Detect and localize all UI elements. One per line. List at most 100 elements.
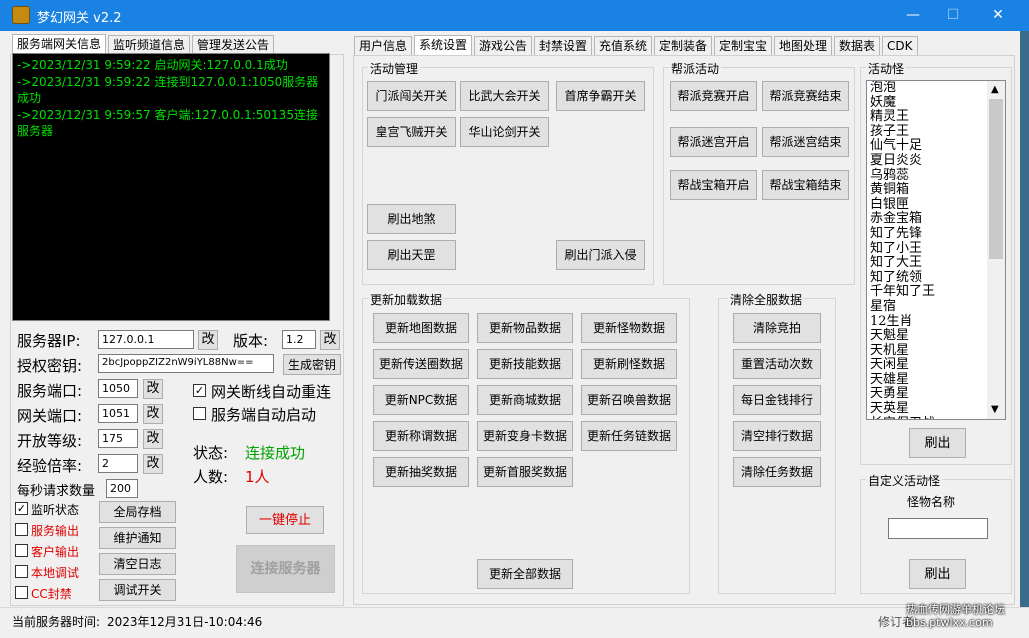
activity-button-4[interactable]: 华山论剑开关: [460, 117, 549, 147]
monster-list-item[interactable]: 千年知了王: [867, 285, 1005, 300]
checkbox-1[interactable]: [15, 523, 28, 536]
gateway-port-change-button[interactable]: 改: [143, 404, 163, 424]
reload-button-1[interactable]: 更新物品数据: [477, 313, 573, 343]
reload-button-8[interactable]: 更新召唤兽数据: [581, 385, 677, 415]
checkbox-0[interactable]: ✓: [15, 502, 28, 515]
auth-key-input[interactable]: 2bcJpoppZIZ2nW9iYL88Nw==: [98, 354, 274, 373]
reload-button-3[interactable]: 更新传送圈数据: [373, 349, 469, 379]
scroll-up-icon[interactable]: ▲: [991, 84, 999, 95]
server-port-input[interactable]: 1050: [98, 379, 138, 398]
monster-list-item[interactable]: 乌鸦蕊: [867, 168, 1005, 184]
generate-key-button[interactable]: 生成密钥: [283, 354, 341, 375]
tab-9[interactable]: CDK: [882, 36, 918, 56]
gang-button-3[interactable]: 帮派迷宫结束: [762, 127, 849, 157]
monster-list-item[interactable]: 天英星: [867, 401, 1005, 417]
tab-1[interactable]: 系统设置: [414, 35, 473, 56]
checkbox-2[interactable]: [15, 544, 28, 557]
monster-list-item[interactable]: 12生肖: [867, 314, 1005, 330]
reload-button-11[interactable]: 更新任务链数据: [581, 421, 677, 451]
monster-list-item[interactable]: 夏日炎炎: [867, 153, 1005, 169]
tab-listen-channel[interactable]: 监听频道信息: [108, 35, 191, 55]
tab-send-notice[interactable]: 管理发送公告: [192, 35, 275, 55]
scroll-thumb[interactable]: [989, 99, 1003, 259]
activity-button-6[interactable]: 刷出天罡: [367, 240, 456, 270]
monster-refresh-button[interactable]: 刷出: [909, 428, 966, 458]
clear-button-3[interactable]: 清空排行数据: [733, 421, 821, 451]
checkbox-4[interactable]: [15, 586, 28, 599]
activity-button-3[interactable]: 皇宫飞贼开关: [367, 117, 456, 147]
gang-button-4[interactable]: 帮战宝箱开启: [670, 170, 757, 200]
reload-button-2[interactable]: 更新怪物数据: [581, 313, 677, 343]
close-button[interactable]: ✕: [975, 0, 1021, 31]
tab-2[interactable]: 游戏公告: [474, 36, 533, 56]
custom-refresh-button[interactable]: 刷出: [909, 559, 966, 589]
monster-name-input[interactable]: [888, 518, 988, 539]
stop-all-button[interactable]: 一键停止: [246, 506, 324, 534]
activity-button-1[interactable]: 比武大会开关: [460, 81, 549, 111]
server-port-change-button[interactable]: 改: [143, 379, 163, 399]
server-ip-change-button[interactable]: 改: [198, 330, 218, 350]
version-change-button[interactable]: 改: [320, 330, 340, 350]
gang-button-0[interactable]: 帮派竞赛开启: [670, 81, 757, 111]
clear-button-1[interactable]: 重置活动次数: [733, 349, 821, 379]
tab-3[interactable]: 封禁设置: [534, 36, 593, 56]
auto-reconnect-checkbox[interactable]: ✓: [193, 384, 206, 397]
monster-list-item[interactable]: 天勇星: [867, 387, 1005, 402]
auto-start-checkbox[interactable]: [193, 407, 206, 420]
activity-button-5[interactable]: 刷出地煞: [367, 204, 456, 234]
reload-button-13[interactable]: 更新首服奖数据: [477, 457, 573, 487]
reload-button-10[interactable]: 更新变身卡数据: [477, 421, 573, 451]
monster-list-item[interactable]: 长安保卫战: [867, 416, 1005, 419]
tab-0[interactable]: 用户信息: [354, 36, 413, 56]
reload-button-12[interactable]: 更新抽奖数据: [373, 457, 469, 487]
activity-button-2[interactable]: 首席争霸开关: [556, 81, 645, 111]
activity-button-0[interactable]: 门派闯关开关: [367, 81, 456, 111]
clear-button-0[interactable]: 清除竞拍: [733, 313, 821, 343]
listbox-scrollbar[interactable]: ▲ ▼: [987, 81, 1005, 419]
reload-button-0[interactable]: 更新地图数据: [373, 313, 469, 343]
exp-rate-change-button[interactable]: 改: [143, 454, 163, 474]
monster-list-item[interactable]: 黄铜箱: [867, 183, 1005, 198]
connect-server-button[interactable]: 连接服务器: [236, 545, 335, 593]
open-level-input[interactable]: 175: [98, 429, 138, 448]
tab-7[interactable]: 地图处理: [774, 36, 833, 56]
checkbox-3[interactable]: [15, 565, 28, 578]
maintenance-notice-button[interactable]: 维护通知: [99, 527, 176, 549]
monster-list-item[interactable]: 泡泡: [867, 81, 1005, 96]
monster-list-item[interactable]: 妖魔: [867, 95, 1005, 111]
server-ip-input[interactable]: 127.0.0.1: [98, 330, 194, 349]
version-input[interactable]: 1.2: [282, 330, 316, 349]
monster-list-item[interactable]: 知了先锋: [867, 226, 1005, 242]
global-save-button[interactable]: 全局存档: [99, 501, 176, 523]
monster-list-item[interactable]: 天机星: [867, 343, 1005, 359]
requests-per-second-input[interactable]: 200: [106, 479, 138, 498]
gang-button-2[interactable]: 帮派迷宫开启: [670, 127, 757, 157]
tab-6[interactable]: 定制宝宝: [714, 36, 773, 56]
gang-button-5[interactable]: 帮战宝箱结束: [762, 170, 849, 200]
activity-button-7[interactable]: 刷出门派入侵: [556, 240, 645, 270]
reload-button-9[interactable]: 更新称谓数据: [373, 421, 469, 451]
monster-list-item[interactable]: 天闲星: [867, 358, 1005, 373]
reload-button-4[interactable]: 更新技能数据: [477, 349, 573, 379]
maximize-button[interactable]: ☐: [930, 0, 976, 31]
reload-button-7[interactable]: 更新商城数据: [477, 385, 573, 415]
monster-list-item[interactable]: 星宿: [867, 299, 1005, 315]
clear-button-4[interactable]: 清除任务数据: [733, 457, 821, 487]
clear-button-2[interactable]: 每日金钱排行: [733, 385, 821, 415]
reload-all-button[interactable]: 更新全部数据: [477, 559, 573, 589]
monster-list-item[interactable]: 精灵王: [867, 110, 1005, 125]
tab-8[interactable]: 数据表: [834, 36, 881, 56]
tab-5[interactable]: 定制装备: [654, 36, 713, 56]
monster-list-item[interactable]: 知了小王: [867, 241, 1005, 257]
tab-4[interactable]: 充值系统: [594, 36, 653, 56]
scroll-down-icon[interactable]: ▼: [991, 404, 999, 415]
monster-list-item[interactable]: 赤金宝箱: [867, 212, 1005, 227]
debug-toggle-button[interactable]: 调试开关: [99, 579, 176, 601]
gang-button-1[interactable]: 帮派竞赛结束: [762, 81, 849, 111]
monster-list-item[interactable]: 天魁星: [867, 328, 1005, 344]
monster-list-item[interactable]: 天雄星: [867, 372, 1005, 388]
monster-listbox[interactable]: 泡泡 妖魔 精灵王 孩子王 仙气十足 夏日炎炎 乌鸦蕊 黄铜箱 白银匣 赤金宝箱 知了先锋 知了小王知…: [866, 80, 1006, 420]
reload-button-5[interactable]: 更新刷怪数据: [581, 349, 677, 379]
reload-button-6[interactable]: 更新NPC数据: [373, 385, 469, 415]
clear-log-button[interactable]: 清空日志: [99, 553, 176, 575]
